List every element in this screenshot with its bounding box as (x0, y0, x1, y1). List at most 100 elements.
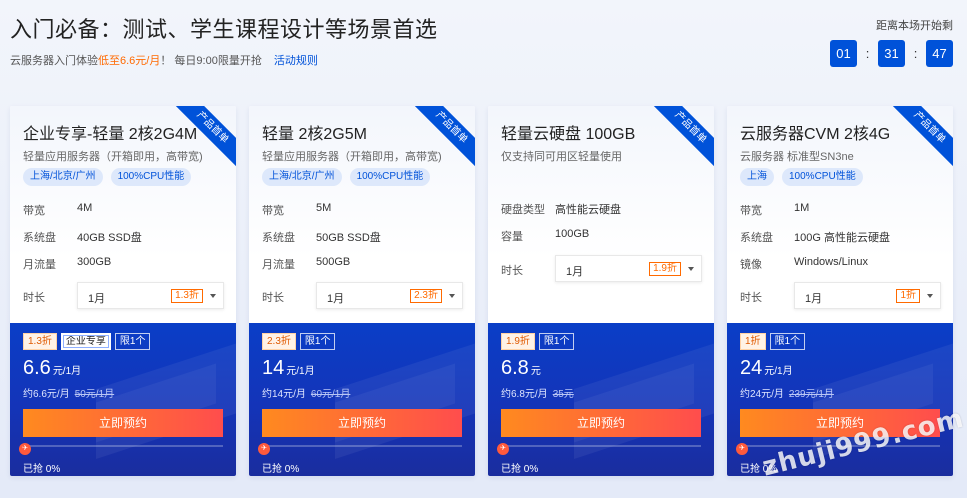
monthly-price: 约14元/月 (262, 389, 306, 400)
price-badges: 1.3折 企业专享 限1个 (23, 333, 151, 350)
subtitle-highlight: 低至6.6元/月 (98, 55, 161, 67)
spec-label: 系统盘 (740, 232, 773, 244)
enterprise-badge: 企业专享 (60, 333, 111, 350)
duration-value: 1月 (805, 293, 823, 305)
duration-label: 时长 (740, 292, 762, 304)
price-detail: 约24元/月 239元/1月 (740, 385, 834, 400)
price-number: 14 (262, 357, 285, 379)
sold-progress-bar (501, 445, 701, 447)
region-tag: 上海 (740, 168, 774, 186)
region-tag: 上海/北京/广州 (23, 168, 103, 186)
price-badges: 1折 限1个 (740, 333, 806, 350)
spec-value: 300GB (77, 256, 112, 268)
sold-progress-bar (262, 445, 462, 447)
card-top: 产品首单 轻量云硬盘 100GB 仅支持同可用区轻量使用 硬盘类型 高性能云硬盘… (488, 106, 714, 323)
countdown-hours: 01 (830, 40, 857, 67)
duration-select[interactable]: 1月 1折 (794, 282, 941, 309)
spec-value: 100GB (555, 228, 590, 240)
card-bottom: 1.9折 限1个 6.8 元 约6.8元/月 35元 立即预约 ✈ 已抢 0% (488, 323, 714, 476)
duration-value: 1月 (88, 293, 106, 305)
rocket-icon: ✈ (497, 443, 509, 455)
duration-select[interactable]: 1月 1.9折 (555, 255, 702, 282)
original-price: 35元 (552, 389, 574, 400)
sold-status: 已抢 0% (501, 464, 539, 475)
card-tags: 上海/北京/广州 100%CPU性能 (262, 168, 431, 186)
price-number: 6.8 (501, 357, 529, 379)
first-order-ribbon: 产品首单 (648, 106, 714, 170)
duration-select[interactable]: 1月 1.3折 (77, 282, 224, 309)
price-unit: 元/1月 (764, 366, 793, 377)
original-price: 239元/1月 (788, 389, 834, 400)
product-card: 产品首单 轻量云硬盘 100GB 仅支持同可用区轻量使用 硬盘类型 高性能云硬盘… (488, 106, 714, 476)
spec-label: 带宽 (740, 205, 762, 217)
spec-value: 40GB SSD盘 (77, 232, 142, 244)
card-top: 产品首单 云服务器CVM 2核4G 云服务器 标准型SN3ne 上海 100%C… (727, 106, 953, 323)
caret-down-icon (449, 294, 455, 298)
rocket-icon: ✈ (258, 443, 270, 455)
reserve-button[interactable]: 立即预约 (740, 409, 940, 437)
rules-link[interactable]: 活动规则 (274, 55, 318, 67)
countdown-minutes: 31 (878, 40, 905, 67)
product-card: 产品首单 云服务器CVM 2核4G 云服务器 标准型SN3ne 上海 100%C… (727, 106, 953, 476)
product-card: 产品首单 轻量 2核2G5M 轻量应用服务器（开箱即用，高带宽) 上海/北京/广… (249, 106, 475, 476)
duration-select[interactable]: 1月 2.3折 (316, 282, 463, 309)
price-detail: 约14元/月 60元/1月 (262, 385, 350, 400)
sold-progress-bar (23, 445, 223, 447)
spec-label: 带宽 (23, 205, 45, 217)
spec-label: 容量 (501, 231, 523, 243)
product-card: 产品首单 企业专享-轻量 2核2G4M 轻量应用服务器（开箱即用，高带宽) 上海… (10, 106, 236, 476)
first-order-ribbon: 产品首单 (887, 106, 953, 170)
duration-label: 时长 (501, 265, 523, 277)
reserve-button[interactable]: 立即预约 (501, 409, 701, 437)
spec-value: 50GB SSD盘 (316, 232, 381, 244)
duration-label: 时长 (262, 292, 284, 304)
monthly-price: 约6.8元/月 (501, 389, 548, 400)
spec-label: 系统盘 (23, 232, 56, 244)
reserve-button[interactable]: 立即预约 (262, 409, 462, 437)
spec-label: 系统盘 (262, 232, 295, 244)
limit-badge: 限1个 (114, 333, 151, 350)
card-title: 轻量云硬盘 100GB (501, 126, 636, 143)
monthly-price: 约24元/月 (740, 389, 784, 400)
reserve-button[interactable]: 立即预约 (23, 409, 223, 437)
card-top: 产品首单 企业专享-轻量 2核2G4M 轻量应用服务器（开箱即用，高带宽) 上海… (10, 106, 236, 323)
price-unit: 元/1月 (286, 366, 315, 377)
limit-badge: 限1个 (769, 333, 806, 350)
spec-value: 5M (316, 202, 332, 214)
price-badges: 2.3折 限1个 (262, 333, 336, 350)
promo-header: 入门必备：测试、学生课程设计等场景首选 云服务器入门体验低至6.6元/月！ 每日… (0, 0, 967, 90)
duration-discount: 1.3折 (171, 289, 203, 303)
price-detail: 约6.8元/月 35元 (501, 385, 574, 400)
limit-badge: 限1个 (299, 333, 336, 350)
duration-label: 时长 (23, 292, 45, 304)
price-number: 24 (740, 357, 763, 379)
sold-progress-bar (740, 445, 940, 447)
spec-label: 带宽 (262, 205, 284, 217)
card-tags: 上海/北京/广州 100%CPU性能 (23, 168, 192, 186)
countdown-separator: : (913, 46, 918, 61)
page-title: 入门必备：测试、学生课程设计等场景首选 (10, 17, 438, 42)
countdown-separator: : (865, 46, 870, 61)
promo-subtitle: 云服务器入门体验低至6.6元/月！ 每日9:00限量开抢 活动规则 (10, 52, 318, 68)
duration-discount: 2.3折 (410, 289, 442, 303)
price-badges: 1.9折 限1个 (501, 333, 575, 350)
spec-value: 高性能云硬盘 (555, 204, 621, 216)
card-desc: 仅支持同可用区轻量使用 (501, 151, 622, 163)
spec-value: Windows/Linux (794, 256, 868, 268)
region-tag: 上海/北京/广州 (262, 168, 342, 186)
cpu-tag: 100%CPU性能 (110, 168, 192, 186)
spec-label: 月流量 (23, 259, 56, 271)
discount-badge: 2.3折 (262, 333, 296, 350)
price-detail: 约6.6元/月 50元/1月 (23, 385, 114, 400)
spec-label: 镜像 (740, 259, 762, 271)
monthly-price: 约6.6元/月 (23, 389, 70, 400)
card-title: 轻量 2核2G5M (262, 126, 367, 143)
countdown-timer: 01 : 31 : 47 (830, 40, 953, 67)
spec-label: 月流量 (262, 259, 295, 271)
discount-badge: 1折 (740, 333, 766, 350)
duration-value: 1月 (327, 293, 345, 305)
spec-value: 4M (77, 202, 93, 214)
spec-value: 500GB (316, 256, 351, 268)
card-desc: 轻量应用服务器（开箱即用，高带宽) (23, 151, 203, 163)
countdown-label: 距离本场开始剩 (876, 20, 953, 32)
